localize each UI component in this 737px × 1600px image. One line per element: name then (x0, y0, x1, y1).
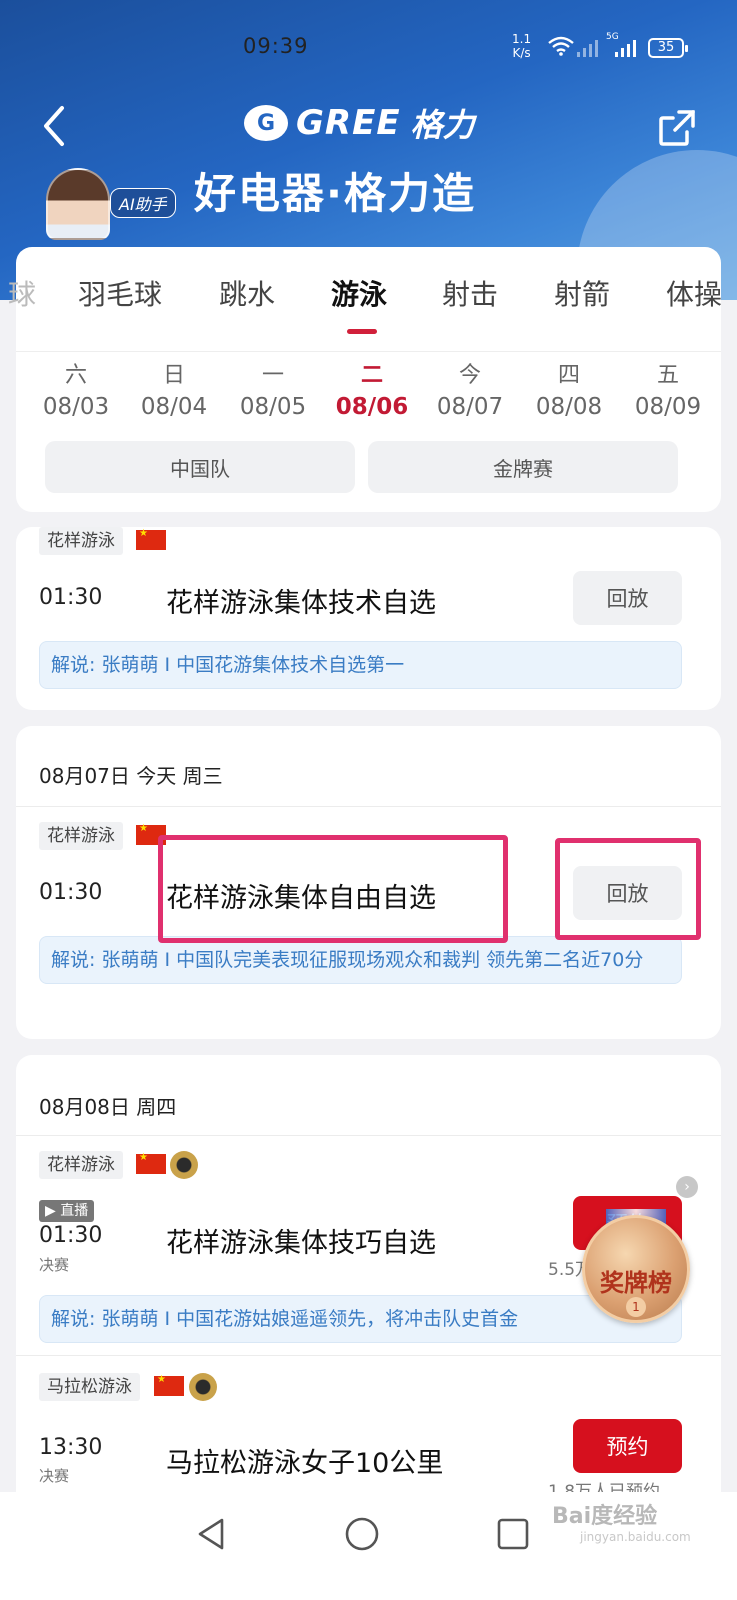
tab-badminton[interactable]: 羽毛球 (78, 273, 162, 313)
schedule-filter-card: 球 羽毛球 跳水 游泳 射击 射箭 体操 六 08/03 日 08/04 一 08/0… (8, 247, 721, 512)
date-weekday: 一 (261, 363, 284, 388)
event-sport-tag: 马拉松游泳 (39, 1373, 140, 1401)
day-date-label: 08月08日 周四 (39, 1095, 177, 1119)
date-item[interactable]: 五 08/09 (628, 362, 708, 424)
net-speed-unit: K/s (512, 46, 531, 60)
date-value: 08/06 (335, 394, 409, 420)
date-weekday: 五 (656, 363, 679, 388)
replay-button[interactable]: 回放 (573, 571, 682, 625)
date-item[interactable]: 四 08/08 (529, 362, 609, 424)
medal-rank: 1 (626, 1297, 646, 1317)
gold-medal-icon (170, 1151, 198, 1179)
active-tab-indicator (347, 329, 377, 334)
nav-back-button[interactable] (192, 1514, 232, 1554)
net-speed: 1.1 K/s (512, 32, 531, 60)
highlight-box-replay (555, 838, 701, 940)
china-flag-icon (154, 1374, 184, 1396)
wifi-icon (548, 36, 574, 61)
event-sport-tag: 花样游泳 (39, 1151, 123, 1179)
date-weekday: 日 (162, 363, 185, 388)
date-value: 08/04 (140, 394, 208, 420)
brand-slogan: 好电器·格力造 (194, 169, 476, 218)
nav-recents-button[interactable] (493, 1514, 533, 1554)
watermark: Bai度经验 (552, 1504, 658, 1529)
date-item[interactable]: 一 08/05 (233, 362, 313, 424)
brand-name: GREE (296, 103, 401, 143)
date-weekday: 六 (64, 363, 87, 388)
divider (16, 1355, 721, 1356)
date-value: 08/03 (42, 394, 110, 420)
event-time: 01:30 (39, 585, 103, 610)
date-value: 08/07 (436, 394, 504, 420)
gold-medal-icon (189, 1373, 217, 1401)
chevron-left-icon (44, 106, 64, 146)
net-speed-value: 1.1 (512, 32, 532, 46)
expand-arrow-icon[interactable]: › (676, 1176, 698, 1198)
date-item[interactable]: 今 08/07 (430, 362, 510, 424)
event-time: 13:30 (39, 1435, 103, 1460)
gree-logo-icon: G (244, 105, 288, 141)
event-card: 花样游泳 01:30 花样游泳集体技术自选 回放 解说: 张萌萌 I 中国花游集… (16, 527, 721, 710)
tab-shooting[interactable]: 射击 (442, 273, 498, 313)
signal-strong-icon (614, 38, 638, 62)
triangle-back-icon (198, 1518, 224, 1550)
filter-china-team[interactable]: 中国队 (45, 441, 355, 493)
status-bar: 09:39 1.1 K/s 5G 35 (0, 32, 737, 64)
event-stage: 决赛 (39, 1256, 70, 1274)
event-sport-tag: 花样游泳 (39, 822, 123, 850)
date-weekday: 二 (360, 363, 383, 388)
highlight-box-title (158, 835, 508, 943)
ai-assistant-avatar[interactable] (46, 168, 110, 240)
date-weekday: 四 (557, 363, 580, 388)
tab-diving[interactable]: 跳水 (219, 273, 275, 313)
sport-tabs: 球 羽毛球 跳水 游泳 射击 射箭 体操 (8, 247, 721, 337)
tab-archery[interactable]: 射箭 (554, 273, 610, 313)
date-value: 08/05 (239, 394, 307, 420)
battery-icon: 35 (648, 38, 688, 58)
event-stage: 决赛 (39, 1467, 70, 1485)
event-title[interactable]: 花样游泳集体技巧自选 (166, 1221, 436, 1260)
nav-home-button[interactable] (342, 1514, 382, 1554)
signal-icon (576, 38, 600, 62)
circle-home-icon (345, 1517, 379, 1551)
status-time: 09:39 (243, 34, 309, 58)
china-flag-icon (136, 1152, 166, 1174)
back-button[interactable] (38, 104, 72, 148)
date-item[interactable]: 六 08/03 (36, 362, 116, 424)
reserve-button[interactable]: 预约 (573, 1419, 682, 1473)
event-time: 01:30 (39, 1223, 103, 1248)
live-badge: ▶ 直播 (39, 1200, 95, 1222)
tab-gymnastics[interactable]: 体操 (666, 273, 721, 313)
medal-table-label: 奖牌榜 (600, 1269, 672, 1297)
brand-name-cn: 格力 (410, 106, 475, 144)
filter-gold-medal[interactable]: 金牌赛 (368, 441, 678, 493)
brand-logo: G GREE 格力 (244, 100, 475, 146)
day-date-label: 08月07日 今天 周三 (39, 764, 223, 788)
event-time: 01:30 (39, 880, 103, 905)
date-item-active[interactable]: 二 08/06 (332, 362, 412, 424)
date-selector: 六 08/03 日 08/04 一 08/05 二 08/06 今 08/07 四 08/0… (16, 351, 721, 431)
date-value: 08/08 (535, 394, 603, 420)
commentary-banner[interactable]: 解说: 张萌萌 I 中国队完美表现征服现场观众和裁判 领先第二名近70分 (39, 936, 682, 984)
tab-swimming[interactable]: 游泳 (331, 273, 387, 313)
ai-assistant-badge[interactable]: AI助手 (110, 188, 176, 218)
commentary-banner[interactable]: 解说: 张萌萌 I 中国花游集体技术自选第一 (39, 641, 682, 689)
event-sport-tag: 花样游泳 (39, 527, 123, 555)
date-value: 08/09 (634, 394, 702, 420)
tab-partial-left[interactable]: 球 (8, 273, 36, 313)
share-icon (659, 110, 695, 146)
medal-table-button[interactable]: 奖牌榜 1 (582, 1209, 690, 1333)
divider (16, 806, 721, 807)
event-title[interactable]: 花样游泳集体技术自选 (166, 581, 436, 620)
square-recents-icon (497, 1518, 529, 1550)
date-weekday: 今 (458, 363, 481, 388)
divider (16, 1135, 721, 1136)
share-button[interactable] (657, 108, 697, 148)
date-item[interactable]: 日 08/04 (134, 362, 214, 424)
event-title[interactable]: 马拉松游泳女子10公里 (166, 1441, 443, 1480)
watermark-url: jingyan.baidu.com (580, 1530, 691, 1544)
china-flag-icon (136, 528, 166, 550)
